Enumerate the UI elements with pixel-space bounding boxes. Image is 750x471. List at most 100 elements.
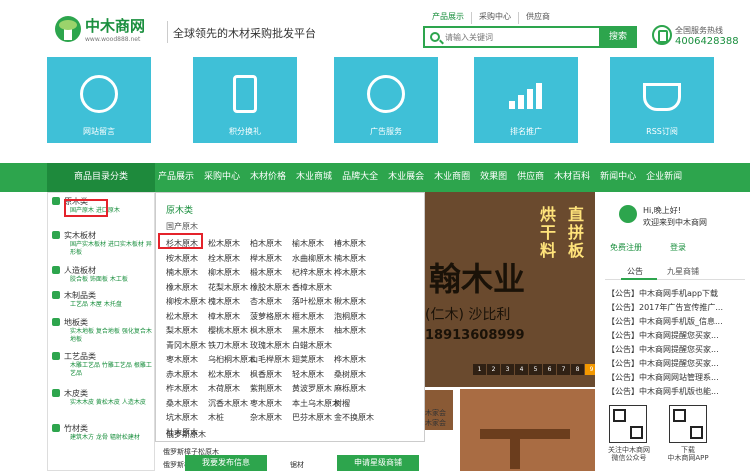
flyout-word[interactable]: 楠木原木 xyxy=(334,253,366,264)
flyout-word[interactable]: 椿木原木 xyxy=(334,238,366,249)
tile-ads[interactable]: 广告服务 xyxy=(334,57,438,143)
flyout-extra[interactable]: 俄罗斯原木 xyxy=(166,429,206,440)
flyout-word[interactable]: 麻栎原木 xyxy=(334,383,366,394)
flyout-word[interactable]: 柳桉木原木 xyxy=(166,296,206,307)
flyout-word[interactable]: 紫荆原木 xyxy=(250,383,282,394)
nav-item-products[interactable]: 产品展示 xyxy=(158,163,194,192)
flyout-word[interactable]: 樟木原木 xyxy=(208,311,240,322)
flyout-word[interactable]: 枫木原木 xyxy=(250,325,282,336)
flyout-word[interactable]: 柏木原木 xyxy=(250,238,282,249)
flyout-word[interactable]: 柚木原木 xyxy=(334,325,366,336)
pager-dot[interactable]: 7 xyxy=(557,364,570,375)
news-item[interactable]: 【公告】中木商网手机app下载 xyxy=(607,288,745,299)
flyout-word[interactable]: 轻木原木 xyxy=(292,369,324,380)
flyout-word[interactable]: 泡桐原木 xyxy=(334,311,366,322)
nav-item-circle[interactable]: 木业商圈 xyxy=(434,163,470,192)
flyout-word[interactable]: 菠萝格原木 xyxy=(250,311,290,322)
tile-rss[interactable]: RSS订阅 xyxy=(610,57,714,143)
flyout-word[interactable]: 榧木原木 xyxy=(292,311,324,322)
flyout-word[interactable]: 落叶松原木 xyxy=(292,296,332,307)
category-subs[interactable]: 胶合板 饰面板 木工板 xyxy=(70,276,156,284)
category-subs[interactable]: 实木木皮 黄松木皮 人造木皮 xyxy=(70,399,156,407)
flyout-word[interactable]: 枣木原木 xyxy=(166,354,198,365)
tab-notice[interactable]: 公告 xyxy=(627,266,643,277)
flyout-word[interactable]: 松木原木 xyxy=(208,369,240,380)
nav-item-prices[interactable]: 木材价格 xyxy=(250,163,286,192)
product-fragment[interactable]: 锯材 xyxy=(290,460,304,470)
flyout-word[interactable]: 樱桃木原木 xyxy=(208,325,248,336)
flyout-word[interactable]: 楸木原木 xyxy=(334,296,366,307)
news-item[interactable]: 【公告】2017年广告宣传推广... xyxy=(607,302,745,313)
pager-dot[interactable]: 5 xyxy=(529,364,542,375)
flyout-word[interactable]: 榉木原木 xyxy=(250,253,282,264)
flyout-word[interactable]: 黑木原木 xyxy=(292,325,324,336)
flyout-word[interactable]: 香樟木原木 xyxy=(292,282,332,293)
news-item[interactable]: 【公告】中木商网提醒您买家... xyxy=(607,358,745,369)
pager-dot[interactable]: 3 xyxy=(501,364,514,375)
flyout-word[interactable]: 榆木原木 xyxy=(292,238,324,249)
login-link[interactable]: 登录 xyxy=(670,242,686,253)
flyout-word[interactable]: 树榴 xyxy=(334,398,350,409)
flyout-word[interactable]: 花梨木原木 xyxy=(208,282,248,293)
logo[interactable]: 中木商网 www.wood888.net xyxy=(55,14,163,50)
flyout-word[interactable]: 坑木原木 xyxy=(166,412,198,423)
pager-dot[interactable]: 6 xyxy=(543,364,556,375)
flyout-word[interactable]: 桦木原木 xyxy=(334,354,366,365)
news-item[interactable]: 【公告】中木商网网站管理系... xyxy=(607,372,745,383)
flyout-word[interactable]: 杂木原木 xyxy=(250,412,282,423)
category-subs[interactable]: 木雕工艺品 竹雕工艺品 根雕工艺品 xyxy=(70,362,156,378)
pager-dot[interactable]: 8 xyxy=(571,364,584,375)
flyout-word[interactable]: 椴木原木 xyxy=(250,267,282,278)
tile-message[interactable]: 网站留言 xyxy=(47,57,151,143)
flyout-word[interactable]: 桦木原木 xyxy=(334,267,366,278)
nav-item-renderings[interactable]: 效果图 xyxy=(480,163,507,192)
pager-dot[interactable]: 9 xyxy=(585,364,595,375)
flyout-word[interactable]: 桑树原木 xyxy=(334,369,366,380)
pager-dot[interactable]: 2 xyxy=(487,364,500,375)
register-link[interactable]: 免费注册 xyxy=(610,242,642,253)
flyout-word[interactable]: 铁刀木原木 xyxy=(208,340,248,351)
category-subs[interactable]: 国产实木板材 进口实木板材 异形板 xyxy=(70,241,156,257)
flyout-word[interactable]: 橡木原木 xyxy=(166,282,198,293)
flyout-word[interactable]: 金不换原木 xyxy=(334,412,374,423)
flyout-word[interactable]: 木荷原木 xyxy=(208,383,240,394)
flyout-word[interactable]: 松木原木 xyxy=(166,311,198,322)
flyout-word[interactable]: 黄波罗原木 xyxy=(292,383,332,394)
category-subs[interactable]: 工艺品 木屋 木托盘 xyxy=(70,301,156,309)
tile-ranking[interactable]: 排名推广 xyxy=(474,57,578,143)
nav-item-brands[interactable]: 品牌大全 xyxy=(342,163,378,192)
category-subs[interactable]: 建筑木方 龙骨 辐射松建材 xyxy=(70,434,156,442)
flyout-word[interactable]: 乌桕桐木原木 xyxy=(208,354,256,365)
pager-dot[interactable]: 1 xyxy=(473,364,486,375)
flyout-word[interactable]: 玫瑰木原木 xyxy=(250,340,290,351)
publish-info-button[interactable]: 我要发布信息 xyxy=(185,455,267,471)
flyout-word[interactable]: 楠木原木 xyxy=(166,267,198,278)
search-button[interactable]: 搜索 xyxy=(599,26,637,48)
nav-item-suppliers[interactable]: 供应商 xyxy=(517,163,544,192)
furniture-image[interactable] xyxy=(460,389,595,471)
flyout-subtitle[interactable]: 国产原木 xyxy=(166,221,198,232)
news-item[interactable]: 【公告】中木商网提醒您买家... xyxy=(607,344,745,355)
product-caption[interactable]: 木家会 xyxy=(425,408,446,418)
flyout-word[interactable]: 杏木原木 xyxy=(250,296,282,307)
flyout-word[interactable]: 松木原木 xyxy=(208,238,240,249)
tab-nine-star-shops[interactable]: 九星商铺 xyxy=(667,266,699,277)
tab-purchase[interactable]: 采购中心 xyxy=(471,12,518,24)
category-subs[interactable]: 实木地板 复合地板 强化复合木地板 xyxy=(70,328,156,344)
flyout-word[interactable]: 桑木原木 xyxy=(166,398,198,409)
tile-points[interactable]: 积分换礼 xyxy=(193,57,297,143)
apply-star-shop-button[interactable]: 申请星级商铺 xyxy=(337,455,419,471)
tab-products[interactable]: 产品展示 xyxy=(432,12,471,24)
search-input[interactable] xyxy=(445,29,597,45)
flyout-word[interactable]: 桉木原木 xyxy=(166,253,198,264)
nav-item-news[interactable]: 新闻中心 xyxy=(600,163,636,192)
flyout-word[interactable]: 青冈木原木 xyxy=(166,340,206,351)
pager-dot[interactable]: 4 xyxy=(515,364,528,375)
nav-item-wiki[interactable]: 木材百科 xyxy=(554,163,590,192)
nav-item-expo[interactable]: 木业展会 xyxy=(388,163,424,192)
flyout-word[interactable]: 槐木原木 xyxy=(208,296,240,307)
tab-suppliers[interactable]: 供应商 xyxy=(518,12,557,24)
flyout-word[interactable]: 柞木原木 xyxy=(166,383,198,394)
flyout-word[interactable]: 翅荚原木 xyxy=(292,354,324,365)
flyout-word[interactable]: 白蜡木原木 xyxy=(292,340,332,351)
